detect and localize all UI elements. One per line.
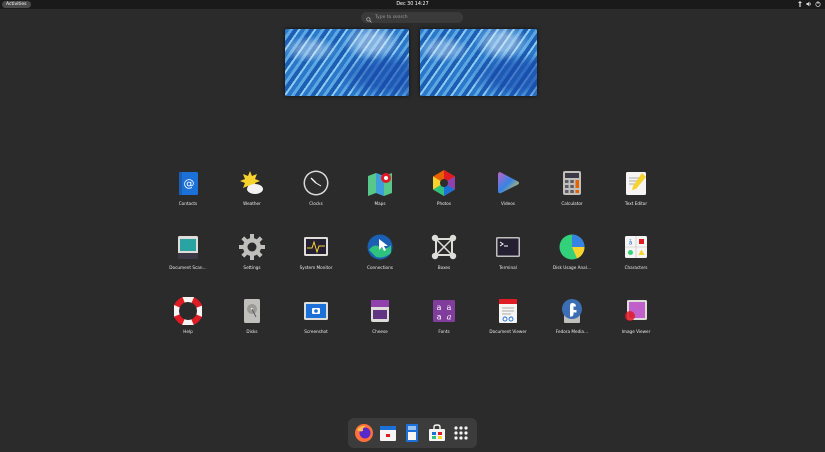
power-icon — [815, 1, 821, 7]
settings-icon — [238, 233, 266, 261]
clocks-icon — [302, 169, 330, 197]
boxes-icon — [430, 233, 458, 261]
app-cheese[interactable]: Cheese — [350, 297, 410, 334]
app-calculator[interactable]: Calculator — [542, 169, 602, 206]
terminal-icon — [494, 233, 522, 261]
app-label: Document Scan… — [169, 265, 207, 270]
svg-text:@: @ — [184, 177, 195, 190]
calculator-icon — [558, 169, 586, 197]
software-icon[interactable] — [427, 423, 447, 443]
videos-icon — [494, 169, 522, 197]
document-viewer-icon — [494, 297, 522, 325]
app-maps[interactable]: Maps — [350, 169, 410, 206]
app-label: Fedora Media… — [555, 329, 589, 334]
fonts-icon: aaaa — [430, 297, 458, 325]
svg-text:å: å — [629, 240, 633, 247]
svg-text:a: a — [437, 313, 442, 322]
app-terminal[interactable]: Terminal — [478, 233, 538, 270]
system-monitor-icon — [302, 233, 330, 261]
weather-icon — [238, 169, 266, 197]
app-label: Text Editor — [624, 201, 648, 206]
app-weather[interactable]: Weather — [222, 169, 282, 206]
app-label: Photos — [436, 201, 452, 206]
app-label: Disk Usage Anal… — [552, 265, 592, 270]
app-settings[interactable]: Settings — [222, 233, 282, 270]
app-boxes[interactable]: Boxes — [414, 233, 474, 270]
app-photos[interactable]: Photos — [414, 169, 474, 206]
app-label: Characters — [624, 265, 648, 270]
app-label: Clocks — [309, 201, 323, 206]
search-input[interactable]: Type to search — [361, 12, 463, 23]
svg-text:a: a — [447, 303, 452, 312]
app-videos[interactable]: Videos — [478, 169, 538, 206]
app-document-viewer[interactable]: Document Viewer — [478, 297, 538, 334]
app-contacts[interactable]: @ Contacts — [158, 169, 218, 206]
app-help[interactable]: Help — [158, 296, 218, 334]
app-fedora-media-writer[interactable]: Fedora Media… — [542, 297, 602, 334]
disks-icon — [238, 297, 266, 325]
network-icon — [797, 1, 803, 7]
volume-icon — [806, 1, 812, 7]
app-document-scanner[interactable]: Document Scan… — [158, 233, 218, 270]
search-icon — [366, 8, 372, 27]
app-label: Calculator — [561, 201, 583, 206]
app-label: Fonts — [438, 329, 450, 334]
app-label: Document Viewer — [489, 329, 527, 334]
maps-icon — [366, 169, 394, 197]
screenshot-icon — [302, 297, 330, 325]
document-scanner-icon — [174, 233, 202, 261]
connections-icon — [366, 233, 394, 261]
photos-icon — [430, 169, 458, 197]
contacts-icon: @ — [174, 169, 202, 197]
app-label: Contacts — [178, 201, 198, 206]
app-label: Image Viewer — [621, 329, 651, 334]
characters-icon: å — [622, 233, 650, 261]
app-label: Maps — [374, 201, 386, 206]
app-label: Help — [183, 329, 193, 334]
app-disks[interactable]: Disks — [222, 297, 282, 334]
help-icon — [173, 296, 203, 326]
app-label: Boxes — [437, 265, 451, 270]
app-label: Connections — [367, 265, 393, 270]
firefox-icon[interactable] — [354, 423, 374, 443]
svg-text:a: a — [447, 313, 452, 322]
system-tray[interactable] — [797, 1, 821, 7]
app-label: Settings — [243, 265, 261, 270]
wallpaper — [420, 29, 537, 96]
top-bar: Activities Dec 30 14:27 — [0, 0, 825, 9]
search-placeholder: Type to search — [375, 15, 408, 20]
app-clocks[interactable]: Clocks — [286, 169, 346, 206]
image-viewer-icon — [622, 297, 650, 325]
app-image-viewer[interactable]: Image Viewer — [606, 297, 666, 334]
fedora-media-writer-icon — [558, 297, 586, 325]
app-disk-usage-analyzer[interactable]: Disk Usage Anal… — [542, 233, 602, 270]
app-label: Terminal — [499, 265, 517, 270]
app-label: System Monitor — [299, 265, 333, 270]
app-connections[interactable]: Connections — [350, 233, 410, 270]
app-label: Videos — [501, 201, 515, 206]
calendar-icon[interactable] — [378, 423, 398, 443]
text-editor-icon — [622, 169, 650, 197]
disk-usage-icon — [558, 233, 586, 261]
files-icon[interactable] — [402, 423, 422, 443]
app-label: Disks — [246, 329, 258, 334]
app-label: Screenshot — [304, 329, 328, 334]
app-text-editor[interactable]: Text Editor — [606, 169, 666, 206]
wallpaper — [285, 29, 409, 96]
date-time[interactable]: Dec 30 14:27 — [0, 0, 825, 9]
cheese-icon — [366, 297, 394, 325]
workspace-thumbnail-1[interactable] — [285, 29, 409, 96]
app-label: Weather — [243, 201, 261, 206]
dash — [348, 418, 477, 448]
app-system-monitor[interactable]: System Monitor — [286, 233, 346, 270]
app-screenshot[interactable]: Screenshot — [286, 297, 346, 334]
show-apps-icon[interactable] — [451, 423, 471, 443]
workspace-thumbnail-2[interactable] — [420, 29, 537, 96]
app-fonts[interactable]: aaaa Fonts — [414, 297, 474, 334]
app-label: Cheese — [372, 329, 388, 334]
app-characters[interactable]: å Characters — [606, 233, 666, 270]
svg-text:a: a — [437, 303, 442, 312]
